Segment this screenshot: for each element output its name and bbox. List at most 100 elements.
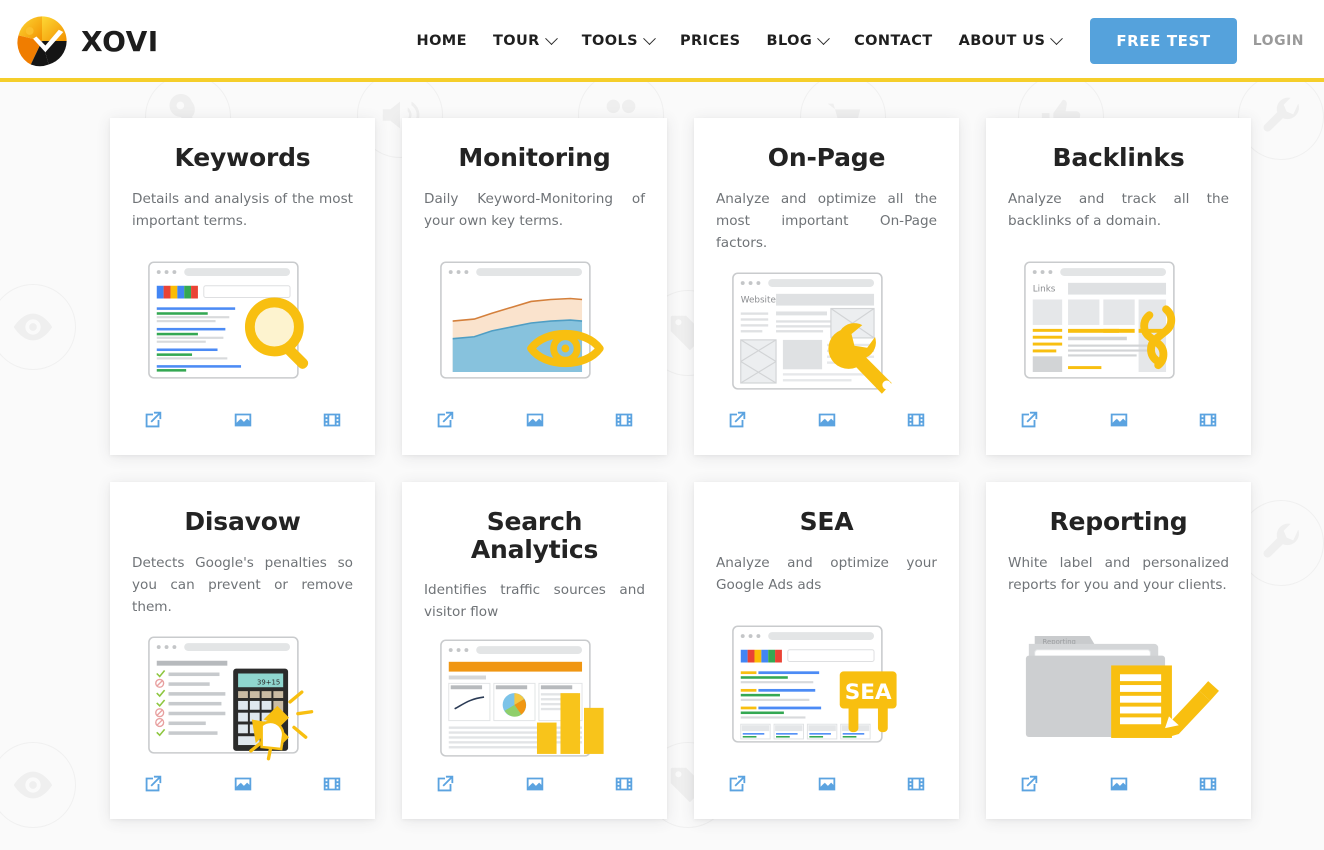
card-description: Detects Google's penalties so you can pr…: [132, 554, 353, 615]
card-title: SEA: [799, 507, 854, 536]
film-icon[interactable]: [1197, 773, 1219, 795]
card-description: White label and personalized reports for…: [1008, 554, 1229, 593]
tools-card-grid: Keywords Details and analysis of the mos…: [0, 82, 1324, 819]
card-action-row: [1008, 409, 1229, 435]
card-artwork: 39+15: [132, 618, 353, 773]
tool-card-sea[interactable]: SEA Analyze and optimize your Google Ads…: [694, 482, 959, 819]
tool-card-backlinks[interactable]: Backlinks Analyze and track all the back…: [986, 118, 1251, 455]
external-link-icon[interactable]: [726, 773, 748, 795]
card-title: Monitoring: [458, 143, 611, 172]
image-icon[interactable]: [816, 409, 838, 431]
card-artwork: [132, 232, 353, 409]
film-icon[interactable]: [613, 409, 635, 431]
image-icon[interactable]: [524, 409, 546, 431]
nav-item-tools[interactable]: TOOLS: [569, 23, 667, 59]
card-description: Details and analysis of the most importa…: [132, 190, 353, 229]
card-artwork: Links: [1008, 232, 1229, 409]
card-description: Daily Keyword-Monitoring of your own key…: [424, 190, 645, 229]
sea-sign-label: SEA: [844, 680, 891, 705]
card-artwork: SEA: [716, 596, 937, 773]
login-link[interactable]: LOGIN: [1247, 23, 1316, 59]
artwork-label: Links: [1032, 285, 1055, 295]
nav-item-blog[interactable]: BLOG: [754, 23, 842, 59]
card-artwork: Reporting: [1008, 596, 1229, 773]
card-artwork: Website: [716, 254, 937, 409]
card-title: Backlinks: [1052, 143, 1185, 172]
image-icon[interactable]: [232, 773, 254, 795]
card-title: Reporting: [1049, 507, 1188, 536]
film-icon[interactable]: [321, 409, 343, 431]
nav-label: TOUR: [492, 33, 540, 49]
nav-label: HOME: [416, 33, 467, 49]
card-title: Search Analytics: [470, 507, 599, 564]
image-icon[interactable]: [816, 773, 838, 795]
card-description: Analyze and optimize your Google Ads ads: [716, 554, 937, 593]
tool-card-disavow[interactable]: Disavow Detects Google's penalties so yo…: [110, 482, 375, 819]
external-link-icon[interactable]: [1018, 773, 1040, 795]
logo-text: XOVI: [81, 24, 159, 58]
tool-card-keywords[interactable]: Keywords Details and analysis of the mos…: [110, 118, 375, 455]
nav-item-contact[interactable]: CONTACT: [841, 23, 945, 59]
card-title: Keywords: [174, 143, 311, 172]
nav-label: PRICES: [679, 33, 741, 49]
external-link-icon[interactable]: [434, 409, 456, 431]
nav-label: ABOUT US: [958, 33, 1046, 49]
card-action-row: [1008, 773, 1229, 799]
card-action-row: [716, 409, 937, 435]
free-test-button[interactable]: FREE TEST: [1090, 18, 1237, 64]
card-description: Analyze and optimize all the most import…: [716, 190, 937, 251]
card-title: Disavow: [184, 507, 301, 536]
broken-chain-icon: 39+15: [147, 636, 313, 761]
card-description: Identifies traffic sources and visitor f…: [424, 582, 645, 621]
report-pencil-icon: Reporting: [1025, 636, 1219, 739]
tool-card-reporting[interactable]: Reporting White label and personalized r…: [986, 482, 1251, 819]
chevron-down-icon: [544, 31, 558, 45]
bar-chart-icon: [439, 639, 604, 757]
logo-link[interactable]: XOVI: [14, 13, 159, 69]
film-icon[interactable]: [905, 409, 927, 431]
nav-label: CONTACT: [854, 33, 933, 49]
film-icon[interactable]: [613, 773, 635, 795]
card-action-row: [716, 773, 937, 799]
main-navigation: HOME TOUR TOOLS PRICES BLOG CONTACT ABOU…: [404, 18, 1324, 64]
artwork-label: Website: [740, 296, 775, 306]
nav-item-tour[interactable]: TOUR: [480, 23, 569, 59]
site-header: XOVI HOME TOUR TOOLS PRICES BLOG CONTACT…: [0, 0, 1324, 82]
film-icon[interactable]: [905, 773, 927, 795]
image-icon[interactable]: [1108, 773, 1130, 795]
magnifier-icon: [147, 261, 308, 379]
nav-item-home[interactable]: HOME: [404, 23, 480, 59]
calculator-display: 39+15: [257, 679, 280, 687]
wrench-icon: Website: [731, 272, 892, 395]
nav-label: TOOLS: [581, 33, 638, 49]
nav-item-prices[interactable]: PRICES: [667, 23, 754, 59]
chevron-down-icon: [1050, 31, 1064, 45]
sea-sign-icon: SEA: [731, 625, 897, 743]
external-link-icon[interactable]: [142, 773, 164, 795]
card-artwork: [424, 232, 645, 409]
image-icon[interactable]: [232, 409, 254, 431]
film-icon[interactable]: [321, 773, 343, 795]
page-body: Keywords Details and analysis of the mos…: [0, 82, 1324, 850]
external-link-icon[interactable]: [434, 773, 456, 795]
eye-icon: [439, 261, 604, 379]
card-action-row: [132, 773, 353, 799]
card-description: Analyze and track all the backlinks of a…: [1008, 190, 1229, 229]
card-action-row: [424, 409, 645, 435]
tool-card-monitoring[interactable]: Monitoring Daily Keyword-Monitoring of y…: [402, 118, 667, 455]
xovi-logo-icon: [14, 13, 70, 69]
card-action-row: [132, 409, 353, 435]
card-action-row: [424, 773, 645, 799]
image-icon[interactable]: [524, 773, 546, 795]
nav-item-about-us[interactable]: ABOUT US: [946, 23, 1075, 59]
tool-card-on-page[interactable]: On-Page Analyze and optimize all the mos…: [694, 118, 959, 455]
nav-label: BLOG: [766, 33, 813, 49]
image-icon[interactable]: [1108, 409, 1130, 431]
tool-card-search-analytics[interactable]: Search Analytics Identifies traffic sour…: [402, 482, 667, 819]
external-link-icon[interactable]: [142, 409, 164, 431]
external-link-icon[interactable]: [1018, 409, 1040, 431]
film-icon[interactable]: [1197, 409, 1219, 431]
card-artwork: [424, 623, 645, 773]
external-link-icon[interactable]: [726, 409, 748, 431]
card-title: On-Page: [767, 143, 886, 172]
